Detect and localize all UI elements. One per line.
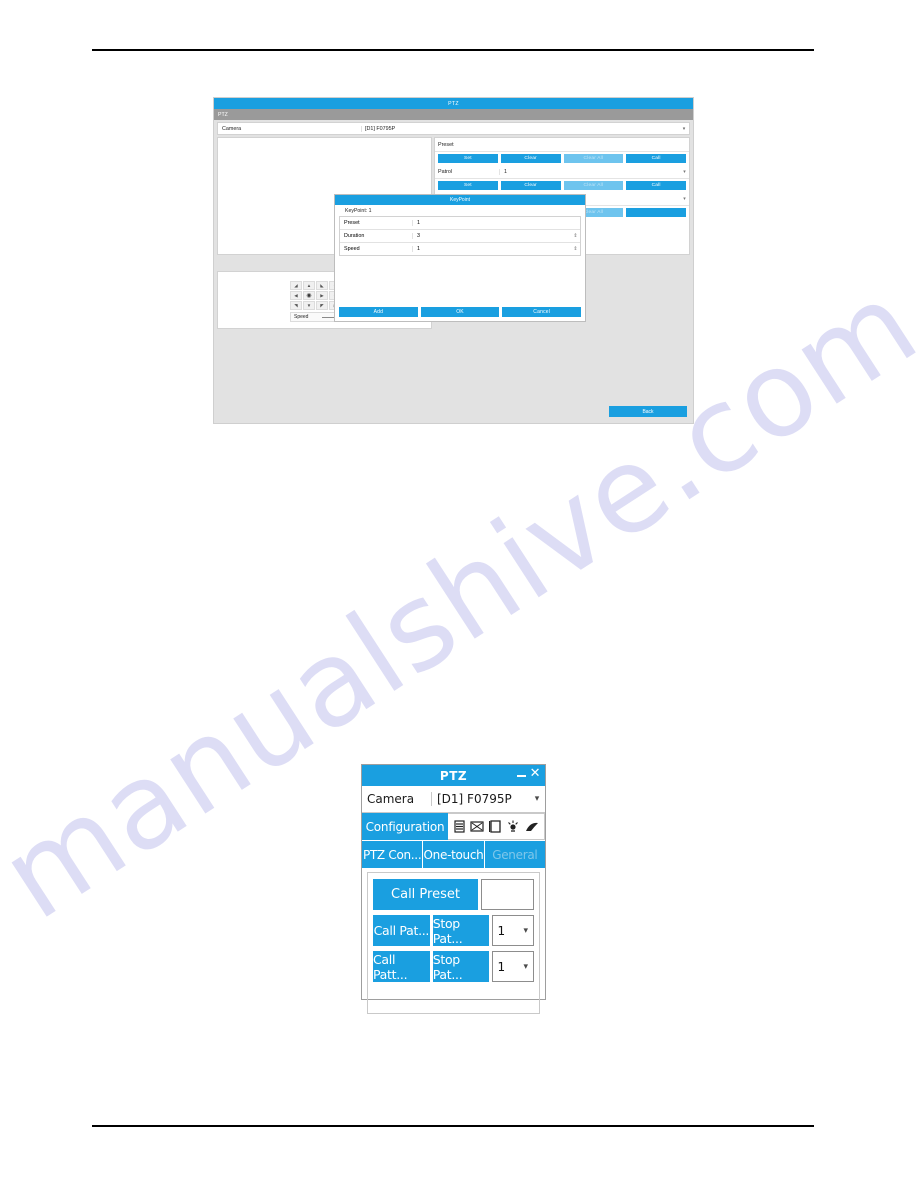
ptz-window-titlebar: PTZ (214, 98, 693, 109)
panel-camera-label: Camera (367, 792, 415, 806)
arrow-right-icon[interactable]: ▶ (316, 291, 328, 300)
keypoint-preset-label: Preset (344, 220, 360, 226)
light-icon[interactable] (506, 820, 520, 833)
keypoint-dialog-buttons: Add OK Cancel (339, 307, 582, 317)
keypoint-dialog-title: KeyPoint (449, 197, 470, 203)
wiper-icon[interactable] (525, 820, 540, 833)
patrol-button-row: Set Clear Clear All Call (435, 179, 689, 192)
preset-number-input[interactable] (481, 879, 534, 910)
window-controls: ✕ (516, 767, 541, 780)
panel-camera-selector[interactable]: Camera [D1] F0795P ▾ (362, 786, 545, 813)
call-pattern-row: Call Patt... Stop Pat... 1 ▾ (373, 951, 534, 982)
call-preset-row: Call Preset (373, 879, 534, 910)
ptz-window-title: PTZ (448, 100, 459, 107)
camera-label: Camera (222, 125, 242, 132)
patrol-row[interactable]: Patrol 1 ▾ (435, 165, 689, 179)
chevron-down-icon: ▾ (683, 168, 686, 175)
keypoint-add-button[interactable]: Add (339, 307, 418, 317)
keypoint-dialog-subtitle: KeyPoint: 1 (345, 207, 372, 214)
keypoint-duration-label: Duration (344, 233, 365, 239)
keypoint-duration-field[interactable]: Duration 3 ⇕ (340, 230, 580, 243)
panel-tab-bar: PTZ Con... One-touch General (362, 841, 545, 868)
patrol-select[interactable]: 1 ▾ (492, 915, 534, 946)
call-patrol-row: Call Pat... Stop Pat... 1 ▾ (373, 915, 534, 946)
keypoint-preset-value: 1 (412, 220, 580, 226)
chevron-down-icon: ▾ (523, 925, 528, 936)
ptz-control-panel: PTZ ✕ Camera [D1] F0795P ▾ Configuration (361, 764, 546, 1014)
patrol-value: 1 (499, 168, 680, 175)
stop-patrol-button[interactable]: Stop Pat... (432, 915, 490, 946)
call-preset-button[interactable]: Call Preset (373, 879, 478, 910)
chevron-down-icon: ▾ (683, 195, 686, 202)
call-patrol-button[interactable]: Call Pat... (373, 915, 430, 946)
minimize-icon[interactable] (516, 768, 527, 779)
back-button[interactable]: Back (609, 406, 687, 417)
pan-center-icon[interactable]: ◉ (303, 291, 315, 300)
keypoint-preset-field[interactable]: Preset 1 (340, 217, 580, 230)
patrol-set-button[interactable]: Set (438, 181, 498, 190)
ptz-window-subbar: PTZ (214, 109, 693, 120)
keypoint-field-list: Preset 1 Duration 3 ⇕ Speed 1 ⇕ (339, 216, 581, 256)
keypoint-ok-button[interactable]: OK (420, 307, 500, 317)
three-d-zoom-icon[interactable] (470, 820, 484, 833)
preset-clear-button[interactable]: Clear (500, 154, 561, 163)
preset-label: Preset (438, 141, 454, 148)
page-footer-rule (92, 1125, 814, 1127)
arrow-down-icon[interactable]: ▼ (303, 301, 315, 310)
ptz-window-subtitle: PTZ (218, 111, 228, 118)
tab-general[interactable]: General (484, 841, 545, 868)
ptz-panel-titlebar: PTZ ✕ (362, 765, 545, 786)
call-pattern-button[interactable]: Call Patt... (373, 951, 430, 982)
stop-pattern-button[interactable]: Stop Pat... (432, 951, 490, 982)
arrow-up-left-icon[interactable]: ◢ (290, 281, 302, 290)
keypoint-speed-label: Speed (344, 246, 360, 252)
patrol-call-button[interactable]: Call (626, 181, 686, 190)
preset-set-button[interactable]: Set (438, 154, 498, 163)
arrow-down-right-icon[interactable]: ◤ (316, 301, 328, 310)
pattern-select-value: 1 (497, 959, 506, 974)
spinner-icon[interactable]: ⇕ (571, 247, 580, 252)
keypoint-dialog: KeyPoint KeyPoint: 1 Preset 1 Duration 3… (334, 194, 586, 322)
keypoint-speed-field[interactable]: Speed 1 ⇕ (340, 243, 580, 255)
menu-icon[interactable] (453, 820, 466, 833)
spinner-icon[interactable]: ⇕ (571, 234, 580, 239)
speed-label: Speed (294, 314, 309, 320)
arrow-up-right-icon[interactable]: ◣ (316, 281, 328, 290)
keypoint-duration-value: 3 (412, 233, 571, 239)
camera-selector[interactable]: Camera [D1] F0795P ▾ (217, 122, 690, 135)
pattern-call-button[interactable] (626, 208, 686, 217)
panel-content-area: Call Preset Call Pat... Stop Pat... 1 ▾ … (367, 872, 540, 1014)
panel-configuration-row: Configuration (362, 813, 545, 840)
keypoint-cancel-button[interactable]: Cancel (502, 307, 582, 317)
zoom-frame-icon[interactable] (488, 820, 502, 833)
page-header-rule (92, 49, 814, 51)
arrow-down-left-icon[interactable]: ◥ (290, 301, 302, 310)
panel-camera-value: [D1] F0795P (431, 792, 529, 806)
preset-call-button[interactable]: Call (626, 154, 686, 163)
keypoint-speed-value: 1 (412, 246, 571, 252)
chevron-down-icon: ▾ (523, 961, 528, 972)
chevron-down-icon: ▾ (682, 125, 686, 132)
patrol-clear-button[interactable]: Clear (500, 181, 561, 190)
tab-ptz-control[interactable]: PTZ Con... (362, 841, 423, 868)
chevron-down-icon: ▾ (534, 794, 540, 804)
pattern-select[interactable]: 1 ▾ (492, 951, 534, 982)
preset-clear-all-button[interactable]: Clear All (563, 154, 624, 163)
arrow-up-icon[interactable]: ▲ (303, 281, 315, 290)
preset-button-row: Set Clear Clear All Call (435, 152, 689, 165)
patrol-label: Patrol (438, 168, 453, 175)
camera-value: [D1] F0795P (361, 125, 679, 132)
patrol-select-value: 1 (497, 923, 506, 938)
close-icon[interactable]: ✕ (530, 767, 541, 780)
configuration-button[interactable]: Configuration (362, 813, 448, 840)
preset-row[interactable]: Preset (435, 138, 689, 152)
ptz-panel-title: PTZ (439, 768, 468, 783)
panel-toolbar-icons (448, 813, 545, 840)
patrol-clear-all-button[interactable]: Clear All (563, 181, 624, 190)
keypoint-dialog-titlebar: KeyPoint (335, 195, 585, 205)
arrow-left-icon[interactable]: ◀ (290, 291, 302, 300)
tab-one-touch[interactable]: One-touch (423, 841, 484, 868)
